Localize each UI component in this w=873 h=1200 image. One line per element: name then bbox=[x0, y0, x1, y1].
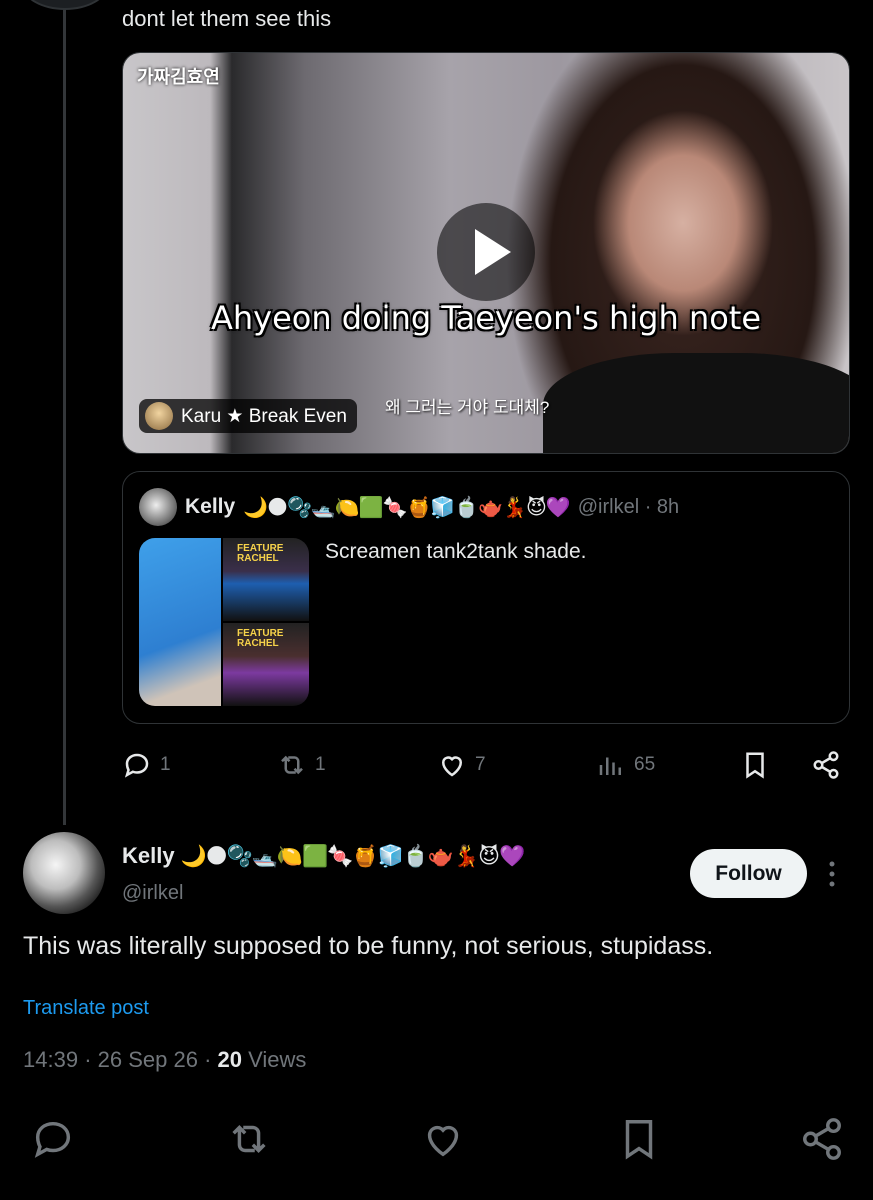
play-icon[interactable] bbox=[437, 203, 535, 301]
post-time[interactable]: 14:39 bbox=[23, 1047, 78, 1072]
bookmark-icon bbox=[625, 1120, 653, 1160]
bookmark-icon bbox=[746, 752, 764, 779]
repost-button[interactable]: 1 bbox=[277, 750, 326, 780]
main-share-button[interactable] bbox=[799, 1116, 845, 1167]
video-subtitle: 왜 그러는 거야 도대체? bbox=[385, 398, 550, 417]
attribution-avatar bbox=[145, 402, 173, 430]
post-metadata: 14:39 · 26 Sep 26 · 20 Views bbox=[23, 1047, 306, 1073]
main-repost-button[interactable] bbox=[226, 1116, 272, 1167]
post-text: This was literally supposed to be funny,… bbox=[23, 932, 714, 960]
like-count: 7 bbox=[475, 754, 486, 775]
reply-icon bbox=[124, 753, 149, 778]
post-views-count: 20 bbox=[217, 1047, 243, 1072]
more-options-button[interactable] bbox=[822, 856, 842, 892]
views-icon bbox=[599, 757, 621, 775]
views-button[interactable]: 65 bbox=[596, 750, 655, 780]
quoted-handle: @irlkel · 8h bbox=[577, 495, 680, 518]
share-icon bbox=[813, 751, 839, 779]
reply-button[interactable]: 1 bbox=[122, 750, 171, 780]
media-label: FEATURE RACHEL bbox=[237, 628, 284, 649]
quoted-name-emoji: 🌙🌑🫧🛥️🍋🟩🍬🍯🧊🍵🫖💃😈💜 bbox=[243, 496, 571, 519]
quoted-name: Kelly bbox=[185, 495, 236, 518]
main-bookmark-button[interactable] bbox=[616, 1116, 662, 1167]
quoted-media-image[interactable]: FEATURE RACHEL bbox=[223, 538, 309, 621]
share-icon bbox=[803, 1118, 841, 1160]
views-count: 65 bbox=[634, 754, 656, 775]
repost-icon bbox=[281, 755, 303, 775]
repost-count: 1 bbox=[315, 754, 326, 775]
attribution-label: Karu ★ Break Even bbox=[181, 405, 347, 427]
translate-post-link[interactable]: Translate post bbox=[23, 997, 149, 1020]
thread-line bbox=[63, 0, 66, 825]
separator: · bbox=[84, 1047, 98, 1072]
quoted-media-grid[interactable]: FEATURE RACHEL FEATURE RACHEL bbox=[139, 538, 309, 706]
author-name: Kelly bbox=[122, 843, 175, 868]
reply-icon bbox=[34, 1121, 71, 1158]
like-button[interactable]: 7 bbox=[437, 750, 486, 780]
quoted-text: Screamen tank2tank shade. bbox=[325, 540, 587, 563]
video-watermark: 가짜김효연 bbox=[137, 67, 220, 87]
author-avatar[interactable] bbox=[23, 832, 105, 914]
parent-avatar[interactable] bbox=[22, 0, 108, 10]
video-player[interactable]: 가짜김효연 Ahyeon doing Taeyeon's high note 왜… bbox=[122, 52, 850, 454]
more-icon bbox=[829, 861, 835, 887]
heart-icon bbox=[441, 756, 463, 777]
author-handle[interactable]: @irlkel bbox=[122, 882, 183, 905]
share-button[interactable] bbox=[811, 750, 841, 780]
reply-count: 1 bbox=[160, 754, 171, 775]
quoted-media-image[interactable]: FEATURE RACHEL bbox=[223, 623, 309, 706]
follow-button[interactable]: Follow bbox=[690, 849, 807, 898]
quoted-avatar bbox=[139, 488, 177, 526]
author-name-row[interactable]: Kelly 🌙🌑🫧🛥️🍋🟩🍬🍯🧊🍵🫖💃😈💜 bbox=[122, 843, 526, 869]
repost-icon bbox=[232, 1125, 266, 1153]
separator: · bbox=[204, 1047, 218, 1072]
main-like-button[interactable] bbox=[420, 1116, 466, 1167]
video-caption: Ahyeon doing Taeyeon's high note bbox=[210, 299, 762, 337]
video-frame-shade bbox=[543, 353, 849, 453]
video-attribution[interactable]: Karu ★ Break Even bbox=[139, 399, 357, 433]
bookmark-button[interactable] bbox=[740, 750, 770, 780]
heart-icon bbox=[427, 1125, 459, 1157]
media-label: FEATURE RACHEL bbox=[237, 543, 284, 564]
quoted-post[interactable]: Kelly 🌙🌑🫧🛥️🍋🟩🍬🍯🧊🍵🫖💃😈💜 @irlkel · 8h FEATU… bbox=[122, 471, 850, 724]
main-reply-button[interactable] bbox=[30, 1116, 76, 1167]
post-date[interactable]: 26 Sep 26 bbox=[98, 1047, 198, 1072]
quoted-post-header: Kelly 🌙🌑🫧🛥️🍋🟩🍬🍯🧊🍵🫖💃😈💜 @irlkel · 8h bbox=[139, 488, 679, 526]
parent-post-text: dont let them see this bbox=[122, 6, 332, 31]
author-name-emoji: 🌙🌑🫧🛥️🍋🟩🍬🍯🧊🍵🫖💃😈💜 bbox=[180, 844, 526, 868]
post-views-label: Views bbox=[248, 1047, 307, 1072]
quoted-media-image[interactable] bbox=[139, 538, 221, 706]
